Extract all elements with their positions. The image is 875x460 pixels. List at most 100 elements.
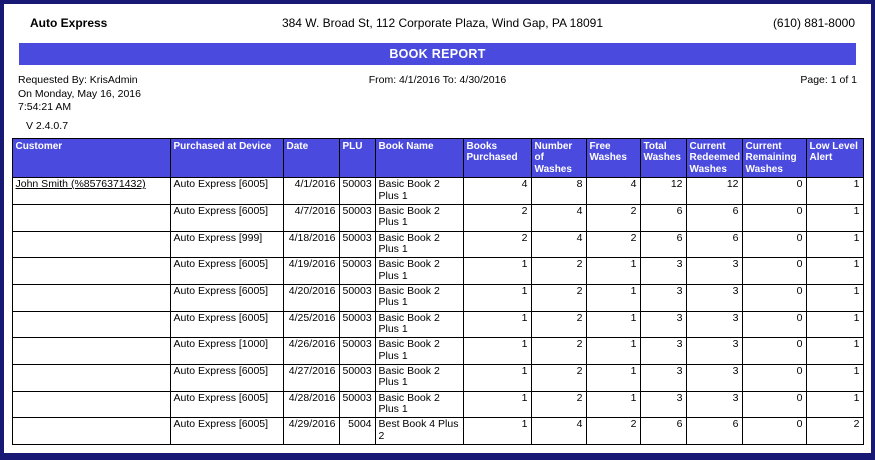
purchased-at-device-cell: Auto Express [6005]: [170, 364, 283, 391]
plu-cell: 50003: [339, 364, 375, 391]
free-washes-cell: 2: [586, 204, 640, 231]
customer-cell: John Smith (%8576371432): [12, 178, 170, 205]
number-of-washes-cell: 2: [531, 364, 586, 391]
books-purchased-cell: 1: [463, 338, 531, 365]
total-washes-cell: 3: [640, 284, 686, 311]
customer-link[interactable]: John Smith (%8576371432): [16, 178, 146, 190]
books-purchased-cell: 2: [463, 204, 531, 231]
plu-cell: 5004: [339, 418, 375, 445]
books-purchased-cell: 1: [463, 311, 531, 338]
col-header-low-level-alert: Low Level Alert: [806, 138, 863, 178]
number-of-washes-cell: 4: [531, 231, 586, 258]
table-row: Auto Express [6005]4/19/201650003Basic B…: [12, 258, 863, 285]
table-row: Auto Express [6005]4/7/201650003Basic Bo…: [12, 204, 863, 231]
date-cell: 4/28/2016: [283, 391, 339, 418]
total-washes-cell: 6: [640, 231, 686, 258]
company-phone: (610) 881-8000: [645, 16, 855, 30]
purchased-at-device-cell: Auto Express [999]: [170, 231, 283, 258]
version-label: V 2.4.0.7: [4, 120, 871, 132]
current-remaining-washes-cell: 0: [742, 418, 806, 445]
book-name-cell: Basic Book 2 Plus 1: [375, 204, 463, 231]
number-of-washes-cell: 4: [531, 204, 586, 231]
purchased-at-device-cell: Auto Express [6005]: [170, 418, 283, 445]
number-of-washes-cell: 8: [531, 178, 586, 205]
current-remaining-washes-cell: 0: [742, 311, 806, 338]
col-header-number-of-washes: Number of Washes: [531, 138, 586, 178]
books-purchased-cell: 1: [463, 391, 531, 418]
current-redeemed-washes-cell: 3: [686, 311, 742, 338]
col-header-book-name: Book Name: [375, 138, 463, 178]
table-row: Auto Express [6005]4/28/201650003Basic B…: [12, 391, 863, 418]
col-header-books-purchased: Books Purchased: [463, 138, 531, 178]
requested-date: On Monday, May 16, 2016: [18, 88, 258, 101]
number-of-washes-cell: 2: [531, 258, 586, 285]
total-washes-cell: 3: [640, 364, 686, 391]
table-row: Auto Express [6005]4/27/201650003Basic B…: [12, 364, 863, 391]
date-cell: 4/20/2016: [283, 284, 339, 311]
date-cell: 4/7/2016: [283, 204, 339, 231]
low-level-alert-cell: 1: [806, 284, 863, 311]
date-cell: 4/18/2016: [283, 231, 339, 258]
books-purchased-cell: 1: [463, 258, 531, 285]
table-row: Auto Express [6005]4/20/201650003Basic B…: [12, 284, 863, 311]
book-report-table: Customer Purchased at Device Date PLU Bo…: [12, 138, 864, 445]
free-washes-cell: 1: [586, 284, 640, 311]
book-name-cell: Basic Book 2 Plus 1: [375, 258, 463, 285]
low-level-alert-cell: 1: [806, 311, 863, 338]
current-redeemed-washes-cell: 6: [686, 204, 742, 231]
company-name: Auto Express: [30, 16, 240, 30]
customer-cell: [12, 204, 170, 231]
customer-cell: [12, 418, 170, 445]
purchased-at-device-cell: Auto Express [1000]: [170, 338, 283, 365]
free-washes-cell: 2: [586, 418, 640, 445]
col-header-date: Date: [283, 138, 339, 178]
low-level-alert-cell: 1: [806, 391, 863, 418]
plu-cell: 50003: [339, 204, 375, 231]
plu-cell: 50003: [339, 311, 375, 338]
free-washes-cell: 2: [586, 231, 640, 258]
books-purchased-cell: 1: [463, 364, 531, 391]
plu-cell: 50003: [339, 258, 375, 285]
plu-cell: 50003: [339, 178, 375, 205]
date-cell: 4/27/2016: [283, 364, 339, 391]
low-level-alert-cell: 1: [806, 258, 863, 285]
purchased-at-device-cell: Auto Express [6005]: [170, 391, 283, 418]
book-name-cell: Basic Book 2 Plus 1: [375, 391, 463, 418]
current-remaining-washes-cell: 0: [742, 231, 806, 258]
report-header: Auto Express 384 W. Broad St, 112 Corpor…: [4, 4, 871, 30]
books-purchased-cell: 1: [463, 418, 531, 445]
report-table-body: John Smith (%8576371432) Auto Express [60…: [12, 178, 863, 445]
current-remaining-washes-cell: 0: [742, 204, 806, 231]
total-washes-cell: 3: [640, 311, 686, 338]
purchased-at-device-cell: Auto Express [6005]: [170, 258, 283, 285]
low-level-alert-cell: 1: [806, 338, 863, 365]
col-header-current-redeemed-washes: Current Redeemed Washes: [686, 138, 742, 178]
plu-cell: 50003: [339, 391, 375, 418]
table-row: Auto Express [6005]4/29/20165004Best Boo…: [12, 418, 863, 445]
report-title: BOOK REPORT: [389, 47, 485, 61]
report-meta: Requested By: KrisAdmin On Monday, May 1…: [4, 65, 871, 113]
plu-cell: 50003: [339, 338, 375, 365]
current-redeemed-washes-cell: 12: [686, 178, 742, 205]
col-header-purchased-at-device: Purchased at Device: [170, 138, 283, 178]
low-level-alert-cell: 1: [806, 178, 863, 205]
free-washes-cell: 1: [586, 311, 640, 338]
purchased-at-device-cell: Auto Express [6005]: [170, 311, 283, 338]
current-remaining-washes-cell: 0: [742, 338, 806, 365]
current-remaining-washes-cell: 0: [742, 391, 806, 418]
page-number: Page: 1 of 1: [617, 74, 857, 113]
free-washes-cell: 1: [586, 258, 640, 285]
book-name-cell: Basic Book 2 Plus 1: [375, 178, 463, 205]
customer-cell: [12, 231, 170, 258]
low-level-alert-cell: 1: [806, 231, 863, 258]
current-redeemed-washes-cell: 3: [686, 391, 742, 418]
requested-time: 7:54:21 AM: [18, 101, 258, 114]
free-washes-cell: 1: [586, 391, 640, 418]
customer-cell: [12, 284, 170, 311]
header-row: Customer Purchased at Device Date PLU Bo…: [12, 138, 863, 178]
current-redeemed-washes-cell: 3: [686, 338, 742, 365]
col-header-current-remaining-washes: Current Remaining Washes: [742, 138, 806, 178]
books-purchased-cell: 1: [463, 284, 531, 311]
number-of-washes-cell: 2: [531, 284, 586, 311]
col-header-total-washes: Total Washes: [640, 138, 686, 178]
